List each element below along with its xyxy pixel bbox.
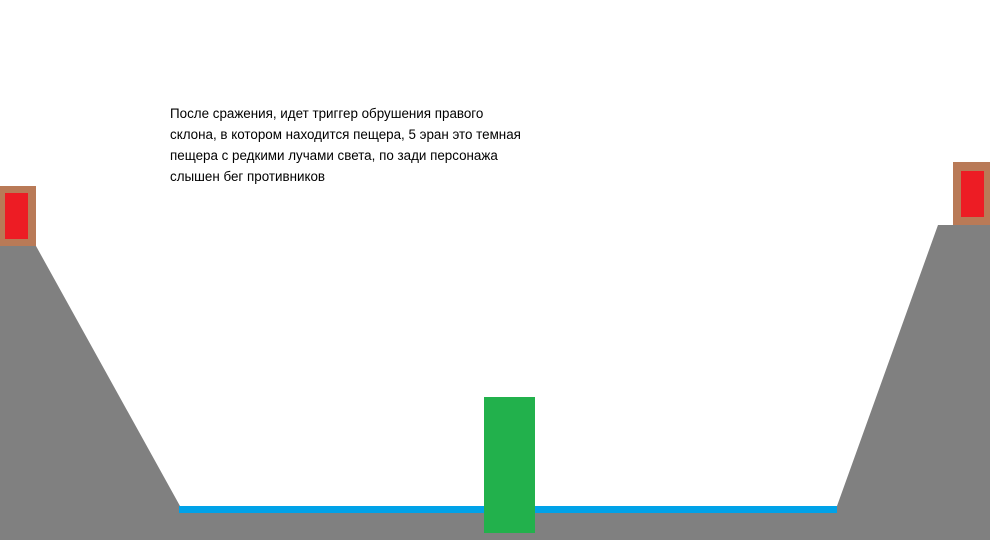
player-character[interactable] (484, 397, 535, 533)
right-door-panel (961, 171, 984, 217)
left-door-panel (5, 193, 28, 239)
game-canvas: После сражения, идет триггер обрушения п… (0, 0, 990, 540)
left-door[interactable] (0, 186, 36, 246)
game-scene (0, 162, 990, 540)
right-door[interactable] (953, 162, 990, 225)
scene-description-text: После сражения, идет триггер обрушения п… (170, 106, 521, 184)
